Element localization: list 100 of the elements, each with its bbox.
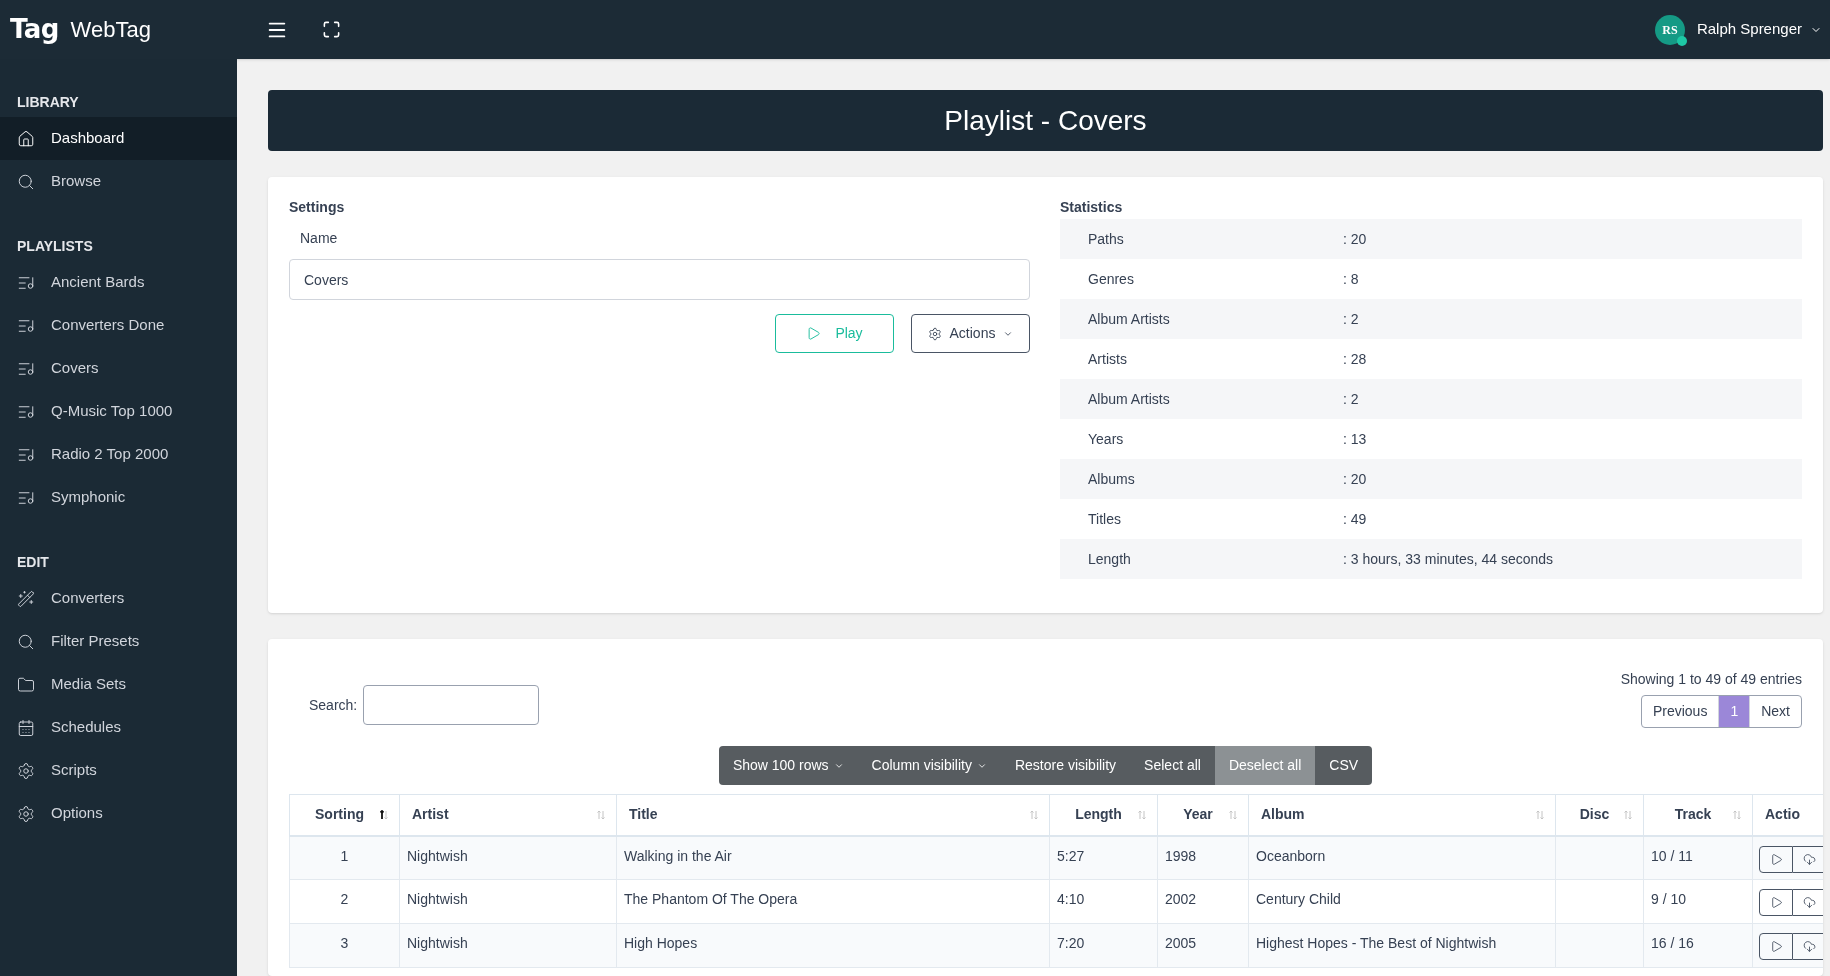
table-cell: Walking in the Air	[616, 835, 1050, 880]
statistic-value: : 3 hours, 33 minutes, 44 seconds	[1343, 549, 1554, 569]
table-cell: Nightwish	[399, 879, 617, 924]
table-cell: 9 / 10	[1643, 879, 1753, 924]
table-cell: Nightwish	[399, 923, 617, 968]
table-cell: 3	[289, 923, 400, 968]
statistic-value: : 20	[1343, 469, 1367, 489]
statistic-label: Length	[1087, 549, 1132, 569]
play-icon	[1769, 940, 1783, 953]
actions-button[interactable]: Actions	[911, 314, 1030, 353]
search-icon	[17, 632, 35, 651]
table-cell: 2	[289, 879, 400, 924]
statistic-value: : 2	[1343, 389, 1359, 409]
statistic-label: Genres	[1087, 269, 1135, 289]
toolbar-button[interactable]: Column visibility	[857, 746, 1001, 785]
play-button[interactable]	[1759, 845, 1793, 873]
search-label: Search:	[309, 695, 358, 715]
column-header[interactable]: Length	[1049, 794, 1158, 836]
table-row[interactable]: 1 Nightwish Walking in the Air 5:27 1998 Oceanborn 10 / 11	[289, 835, 1823, 880]
table-cell: 1	[289, 835, 400, 880]
field-label: Name	[299, 229, 339, 248]
table-cell: 5:27	[1049, 835, 1158, 880]
table-cell: The Phantom Of The Opera	[616, 879, 1050, 924]
statistic-label: Artists	[1087, 349, 1128, 369]
settings-icon	[927, 326, 942, 341]
column-header[interactable]: Sorting	[289, 794, 400, 836]
play-button[interactable]	[1759, 933, 1793, 960]
fullscreen-button[interactable]	[322, 20, 341, 39]
sidebar-section-title: EDIT	[16, 552, 50, 572]
table-cell: 2005	[1157, 923, 1249, 968]
sidebar-item[interactable]: Covers	[0, 347, 237, 390]
statistic-label: Titles	[1087, 509, 1122, 529]
sidebar-item[interactable]: Symphonic	[0, 476, 237, 519]
sidebar-item[interactable]: Converters	[0, 577, 237, 620]
play-icon	[806, 326, 822, 341]
table-cell: 1998	[1157, 835, 1249, 880]
column-header[interactable]: Album	[1248, 794, 1556, 836]
cloud-download-icon	[1803, 852, 1816, 866]
table-cell: Century Child	[1248, 879, 1556, 924]
app-name: WebTag	[70, 16, 151, 44]
sidebar-item[interactable]: Dashboard	[0, 117, 237, 160]
table-cell: 16 / 16	[1643, 923, 1753, 968]
sidebar-section-title: PLAYLISTS	[16, 236, 94, 256]
sidebar-item[interactable]: Radio 2 Top 2000	[0, 433, 237, 476]
table-cell: Highest Hopes - The Best of Nightwish	[1248, 923, 1556, 968]
sidebar-item[interactable]: Media Sets	[0, 663, 237, 706]
statistic-value: : 13	[1343, 429, 1367, 449]
play-icon	[1769, 896, 1783, 909]
statistic-label: Years	[1087, 429, 1125, 449]
table-cell: 2002	[1157, 879, 1249, 924]
section-title: Settings	[289, 198, 346, 217]
toolbar-button[interactable]: Select all	[1130, 746, 1215, 785]
toolbar-button[interactable]: CSV	[1315, 746, 1373, 785]
section-title: Statistics	[1060, 198, 1124, 217]
table-cell: Nightwish	[399, 835, 617, 880]
sidebar-item[interactable]: Scripts	[0, 749, 237, 792]
settings-icon	[17, 804, 35, 823]
cloud-download-icon	[1803, 896, 1816, 909]
statistic-value: : 49	[1343, 509, 1367, 529]
sidebar-section-title: LIBRARY	[16, 92, 80, 112]
column-header[interactable]: Track	[1643, 794, 1753, 836]
column-header[interactable]: Year	[1157, 794, 1249, 836]
table-row[interactable]: 2 Nightwish The Phantom Of The Opera 4:10 2002 Century Child 9 / 10	[289, 879, 1823, 924]
page-link[interactable]: Next	[1749, 696, 1801, 727]
statistic-label: Album Artists	[1087, 309, 1171, 329]
cloud-download-icon	[1803, 940, 1816, 953]
sidebar-item[interactable]: Q-Music Top 1000	[0, 390, 237, 433]
column-header[interactable]: Actio	[1752, 794, 1823, 836]
download-button[interactable]	[1793, 889, 1823, 916]
sidebar-item[interactable]: Browse	[0, 160, 237, 203]
search-field[interactable]	[363, 685, 540, 725]
table-row[interactable]: 3 Nightwish High Hopes 7:20 2005 Highest Hopes - The Best of Nightwish 16 / 16	[289, 923, 1823, 968]
name-field[interactable]: Covers	[289, 259, 1030, 300]
fullscreen-icon	[322, 20, 341, 39]
column-header[interactable]: Title	[616, 794, 1050, 836]
sidebar-item[interactable]: Converters Done	[0, 304, 237, 347]
search-icon	[17, 172, 35, 191]
calendar-icon	[17, 718, 35, 737]
sidebar-item[interactable]: Options	[0, 792, 237, 835]
statistic-value: : 28	[1343, 349, 1367, 369]
user-avatar[interactable]: RS	[1654, 14, 1685, 45]
page-link[interactable]: Previous	[1641, 696, 1719, 727]
toolbar-button[interactable]: Restore visibility	[1000, 746, 1131, 785]
toolbar-button[interactable]: Show 100 rows	[718, 746, 858, 785]
download-button[interactable]	[1793, 845, 1823, 873]
sidebar-item[interactable]: Filter Presets	[0, 620, 237, 663]
column-header[interactable]: Disc	[1555, 794, 1644, 836]
column-header[interactable]: Artist	[399, 794, 617, 836]
sidebar-item[interactable]: Ancient Bards	[0, 261, 237, 304]
sidebar-item[interactable]: Schedules	[0, 706, 237, 749]
play-button[interactable]	[1759, 889, 1793, 916]
play-icon	[1769, 852, 1783, 866]
user-menu[interactable]: Ralph Sprenger	[1696, 18, 1822, 41]
table-cell: 7:20	[1049, 923, 1158, 968]
statistic-label: Albums	[1087, 469, 1136, 489]
logo: Tag	[10, 13, 59, 46]
entries-info: Showing 1 to 49 of 49 entries	[1620, 670, 1802, 689]
settings-icon	[17, 761, 35, 780]
statistic-label: Album Artists	[1087, 389, 1171, 409]
download-button[interactable]	[1793, 933, 1823, 960]
